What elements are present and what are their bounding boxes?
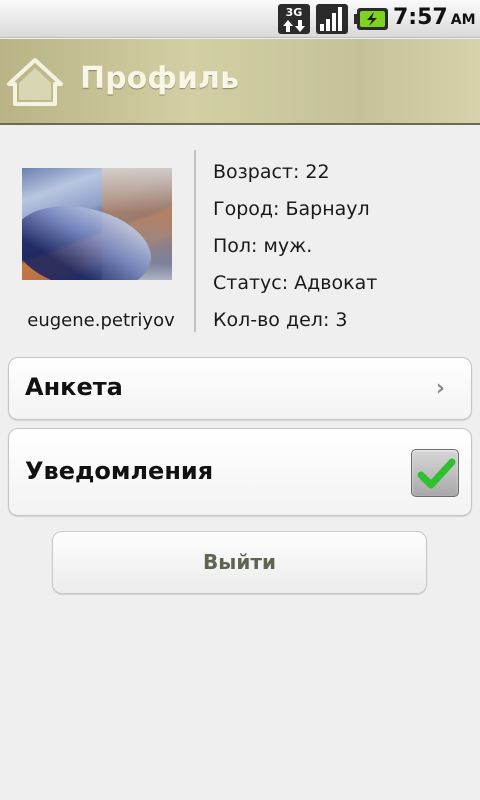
username: eugene.petriyov bbox=[27, 310, 175, 331]
questionnaire-row[interactable]: Анкета › bbox=[8, 357, 472, 420]
chevron-right-icon: › bbox=[435, 376, 445, 401]
network-label: 3G bbox=[285, 6, 303, 19]
logout-button[interactable]: Выйти bbox=[52, 531, 427, 594]
notifications-checkbox[interactable] bbox=[411, 449, 459, 497]
avatar bbox=[22, 168, 172, 280]
notifications-row[interactable]: Уведомления bbox=[8, 428, 472, 516]
detail-case-count: Кол-во дел: 3 bbox=[213, 309, 348, 331]
home-icon[interactable] bbox=[6, 57, 64, 107]
page-title: Профиль bbox=[80, 61, 239, 96]
notifications-label: Уведомления bbox=[25, 457, 214, 485]
status-bar: 3G 7:57 AM bbox=[0, 0, 480, 38]
clock: 7:57 AM bbox=[393, 5, 478, 33]
detail-age: Возраст: 22 bbox=[213, 161, 330, 183]
signal-strength-icon bbox=[316, 4, 348, 34]
detail-city: Город: Барнаул bbox=[213, 198, 370, 220]
title-bar: Профиль bbox=[0, 39, 480, 125]
battery-charging-icon bbox=[354, 8, 388, 30]
data-arrows-icon bbox=[283, 20, 305, 32]
3g-data-icon: 3G bbox=[278, 4, 310, 34]
checkmark-icon bbox=[417, 458, 456, 489]
vertical-divider bbox=[194, 150, 196, 332]
clock-time: 7:57 bbox=[393, 5, 448, 30]
questionnaire-label: Анкета bbox=[25, 373, 123, 401]
profile-details: Возраст: 22 Город: Барнаул Пол: муж. Ста… bbox=[213, 158, 377, 343]
detail-status: Статус: Адвокат bbox=[213, 272, 378, 294]
detail-gender: Пол: муж. bbox=[213, 235, 313, 257]
clock-ampm: AM bbox=[450, 12, 476, 28]
